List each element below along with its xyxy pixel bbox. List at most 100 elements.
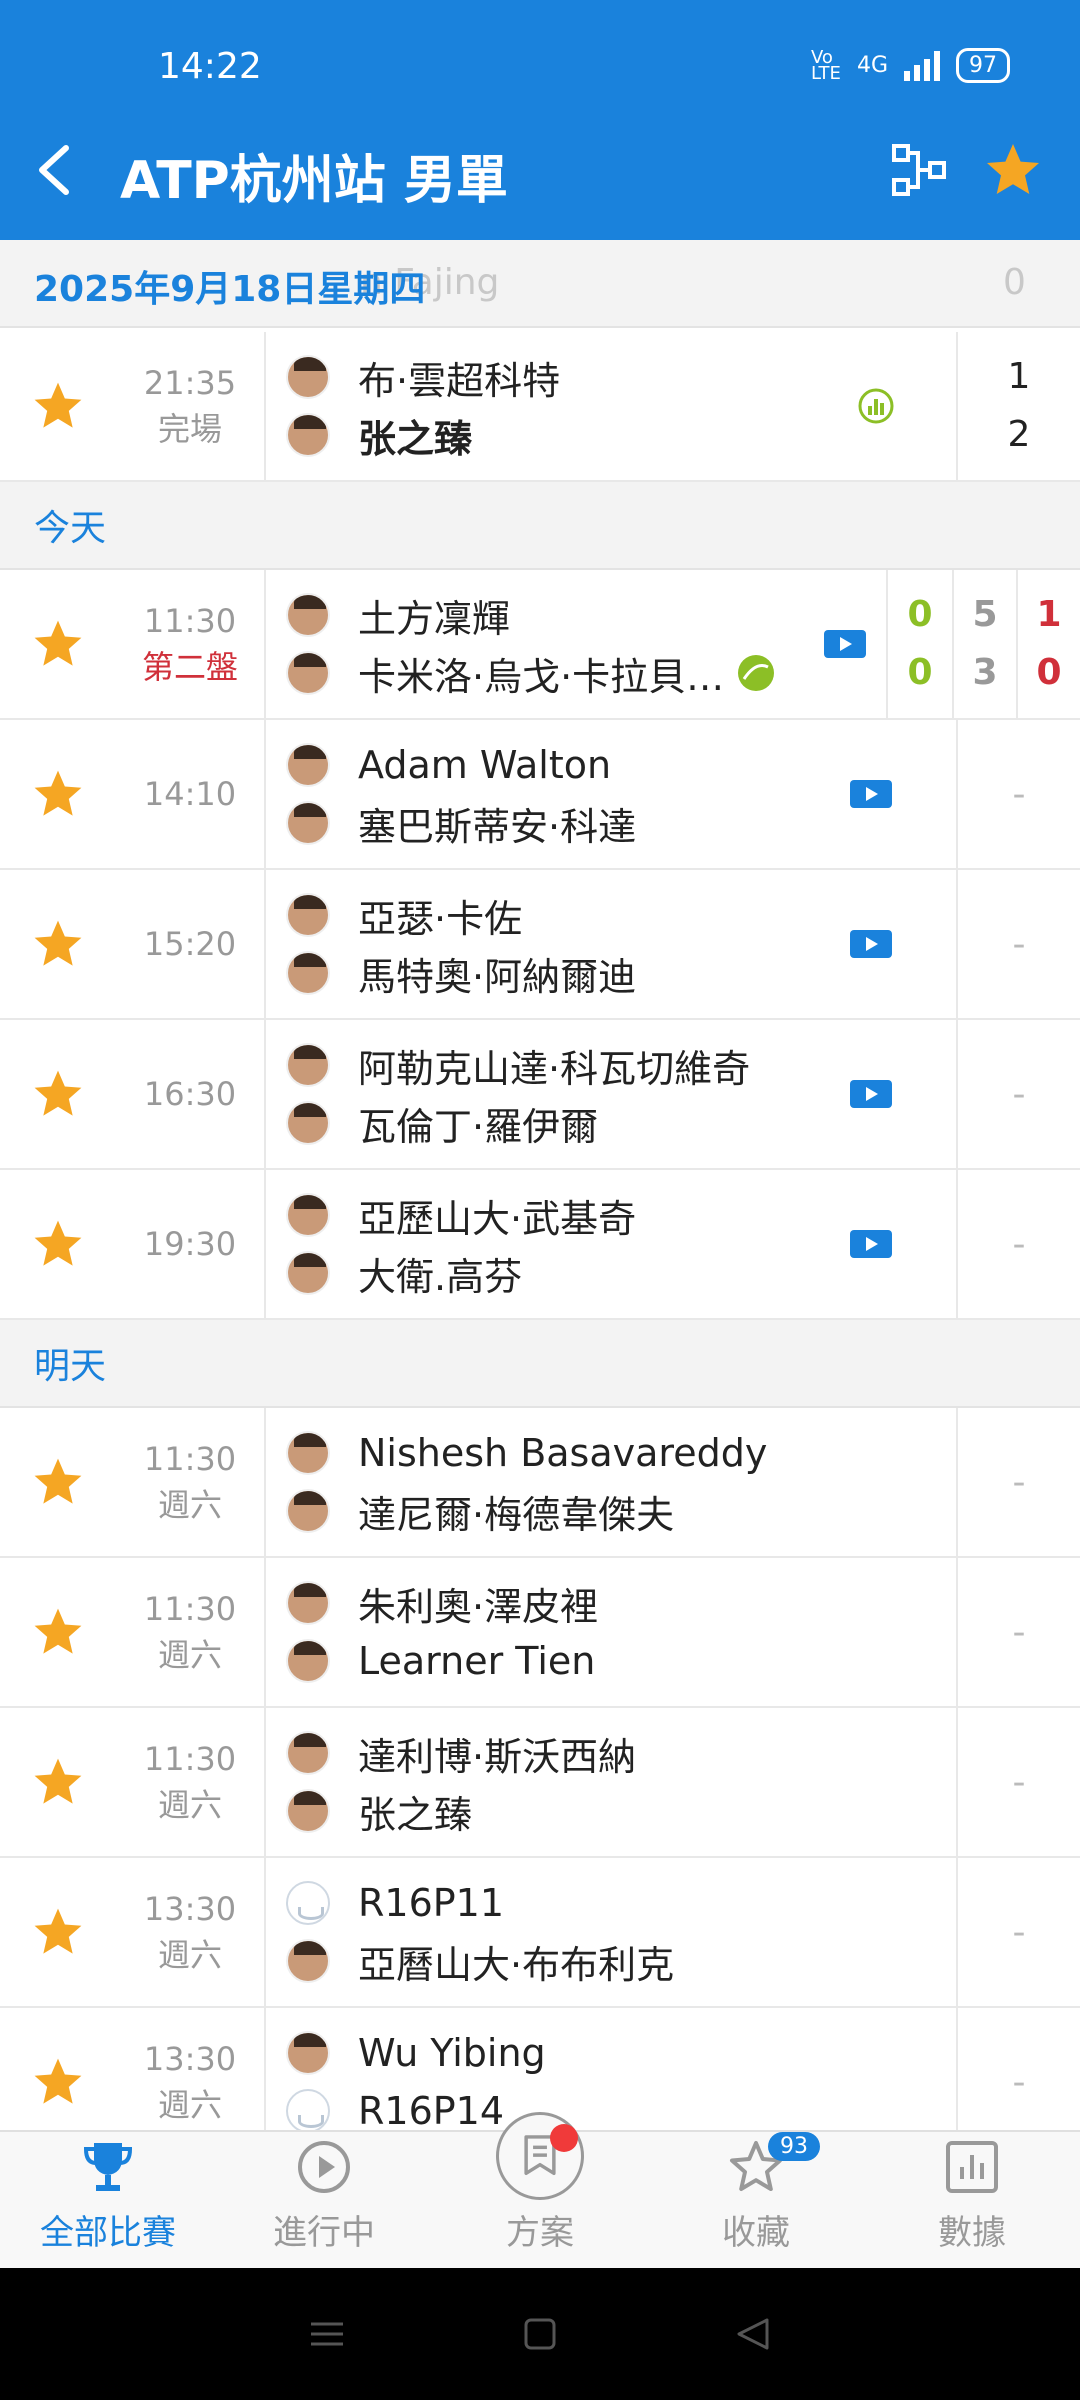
player-2: 张之臻 [286, 1782, 956, 1840]
match-time: 14:10 [143, 775, 237, 813]
star-icon [34, 1220, 82, 1266]
live-score-columns: 0 0 5 3 1 0 [886, 570, 1080, 718]
tab-all-matches[interactable]: 全部比賽 [0, 2132, 216, 2268]
page-title: ATP杭州站 男單 [120, 151, 508, 211]
star-icon [34, 770, 82, 816]
favorite-toggle[interactable] [0, 1408, 116, 1556]
match-row-live[interactable]: 11:30 第二盤 土方凜輝 卡米洛·烏戈·卡拉貝… 0 0 5 3 1 0 [0, 570, 1080, 720]
favorite-toggle[interactable] [0, 332, 116, 480]
tab-label: 收藏 [722, 2213, 790, 2253]
player-avatar [286, 1939, 330, 1983]
app-bar: 14:22 Vo LTE 4G 97 ATP杭州站 男單 [0, 0, 1080, 240]
points-p2: 0 [907, 652, 933, 693]
player-2: 達尼爾·梅德韋傑夫 [286, 1482, 956, 1540]
player-avatar [286, 1431, 330, 1475]
date-label: 2025年9月18日星期四 [34, 269, 426, 310]
player-2: R16P14 [286, 2082, 956, 2130]
match-row[interactable]: 14:10 Adam Walton 塞巴斯蒂安·科達 - [0, 720, 1080, 870]
status-time: 14:22 [158, 46, 262, 87]
player-avatar [286, 1193, 330, 1237]
match-list[interactable]: 21:35 完場 布·雲超科特 张之臻 1 2 今天 11:30 第二盤 土方凜… [0, 332, 1080, 2130]
match-time: 13:30 [143, 2040, 237, 2078]
system-nav-bar [0, 2268, 1080, 2400]
match-day: 週六 [157, 1786, 222, 1824]
match-time: 19:30 [143, 1225, 237, 1263]
match-time: 15:20 [143, 925, 237, 963]
player-1: Wu Yibing [286, 2024, 956, 2082]
favorite-star-icon[interactable] [983, 140, 1043, 200]
player-avatar [286, 651, 330, 695]
player-1: 達利博·斯沃西納 [286, 1724, 956, 1782]
player-avatar [286, 1043, 330, 1087]
player-1: 土方凜輝 [286, 586, 886, 644]
player-avatar [286, 1581, 330, 1625]
star-icon [34, 1608, 82, 1654]
star-icon [34, 2058, 82, 2104]
match-time: 16:30 [143, 1075, 237, 1113]
match-row[interactable]: 19:30 亞歷山大·武基奇 大衛.高芬 - [0, 1170, 1080, 1320]
tab-label: 方案 [506, 2213, 574, 2253]
section-today: 今天 [0, 482, 1080, 570]
status-icons: Vo LTE 4G 97 [811, 48, 1010, 83]
favorite-toggle[interactable] [0, 1858, 116, 2006]
match-row[interactable]: 21:35 完場 布·雲超科特 张之臻 1 2 [0, 332, 1080, 482]
serving-ball-icon [738, 655, 775, 691]
player-avatar [286, 1731, 330, 1775]
set1-p1: 5 [972, 594, 998, 635]
match-row[interactable]: 11:30 週六 朱利奧·澤皮裡 Learner Tien - [0, 1558, 1080, 1708]
match-row[interactable]: 15:20 亞瑟·卡佐 馬特奧·阿納爾迪 - [0, 870, 1080, 1020]
player-avatar [286, 743, 330, 787]
menu-icon[interactable] [307, 2314, 347, 2354]
favorite-toggle[interactable] [0, 570, 116, 718]
match-status: 第二盤 [141, 648, 238, 686]
star-icon [34, 920, 82, 966]
video-icon[interactable] [850, 780, 892, 808]
favorites-count-badge: 93 [768, 2132, 820, 2161]
home-icon[interactable] [520, 2314, 560, 2354]
video-icon[interactable] [850, 930, 892, 958]
back-triangle-icon[interactable] [733, 2314, 773, 2354]
favorite-toggle[interactable] [0, 720, 116, 868]
date-header: n Fajing 0 2025年9月18日星期四 [0, 240, 1080, 328]
video-icon[interactable] [850, 1230, 892, 1258]
player-avatar [286, 2031, 330, 2075]
favorite-toggle[interactable] [0, 2008, 116, 2130]
score-placeholder: - [1012, 1611, 1026, 1653]
match-row[interactable]: 11:30 週六 達利博·斯沃西納 张之臻 - [0, 1708, 1080, 1858]
back-arrow-icon[interactable] [30, 140, 80, 200]
set2-p1: 1 [1036, 594, 1062, 635]
tab-in-progress[interactable]: 進行中 [216, 2132, 432, 2268]
set2-p2: 0 [1036, 652, 1062, 693]
bar-chart-icon [946, 2141, 998, 2193]
tab-plans[interactable]: 方案 [432, 2112, 648, 2268]
section-tomorrow: 明天 [0, 1320, 1080, 1408]
player-avatar [286, 1789, 330, 1833]
player-1: Nishesh Basavareddy [286, 1424, 956, 1482]
favorite-toggle[interactable] [0, 1708, 116, 1856]
favorite-toggle[interactable] [0, 870, 116, 1018]
tab-label: 進行中 [273, 2213, 375, 2253]
star-icon [34, 620, 82, 666]
score-column: 1 2 [956, 332, 1080, 480]
tab-favorites[interactable]: 93 收藏 [648, 2132, 864, 2268]
favorite-toggle[interactable] [0, 1020, 116, 1168]
favorite-toggle[interactable] [0, 1170, 116, 1318]
video-icon[interactable] [850, 1080, 892, 1108]
stats-circle-icon[interactable] [856, 386, 896, 426]
volte-indicator: Vo LTE [810, 46, 841, 84]
scrolled-score: 0 [1003, 262, 1026, 303]
player-1: 朱利奧·澤皮裡 [286, 1574, 956, 1632]
play-circle-icon [298, 2141, 350, 2193]
match-row[interactable]: 16:30 阿勒克山達·科瓦切維奇 瓦倫丁·羅伊爾 - [0, 1020, 1080, 1170]
tab-data[interactable]: 數據 [864, 2132, 1080, 2268]
favorite-toggle[interactable] [0, 1558, 116, 1706]
battery-indicator: 97 [956, 48, 1010, 83]
video-icon[interactable] [824, 630, 866, 658]
bracket-icon[interactable] [890, 140, 950, 200]
network-indicator: 4G [856, 53, 888, 78]
match-row[interactable]: 13:30 週六 R16P11 亞曆山大·布布利克 - [0, 1858, 1080, 2008]
bottom-tab-bar: 全部比賽 進行中 方案 93 收藏 數據 [0, 2112, 1080, 2268]
match-time: 11:30 [143, 602, 237, 640]
match-row[interactable]: 11:30 週六 Nishesh Basavareddy 達尼爾·梅德韋傑夫 - [0, 1408, 1080, 1558]
match-time: 21:35 [143, 364, 237, 402]
